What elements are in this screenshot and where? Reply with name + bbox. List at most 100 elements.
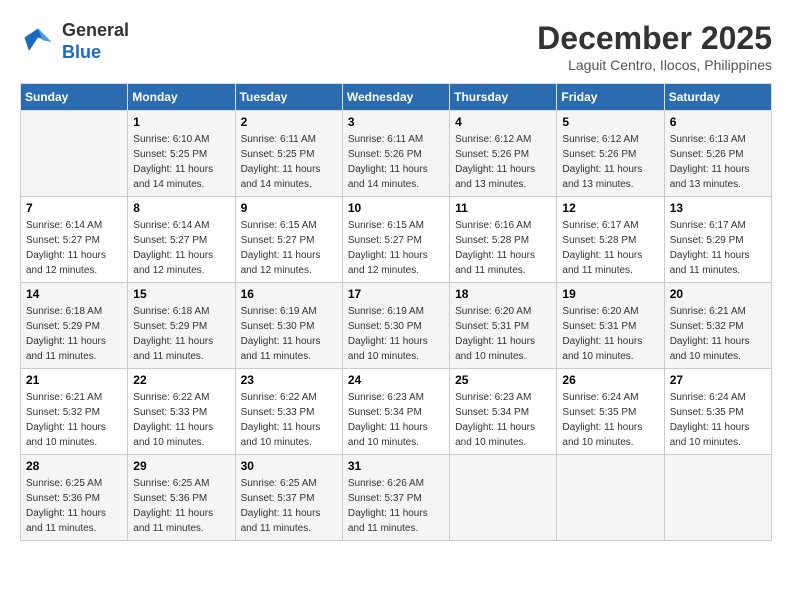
- logo-icon: [20, 24, 56, 60]
- day-info: Sunrise: 6:19 AM Sunset: 5:30 PM Dayligh…: [348, 304, 444, 364]
- calendar-week-row: 7 Sunrise: 6:14 AM Sunset: 5:27 PM Daylig…: [21, 197, 772, 283]
- day-info: Sunrise: 6:21 AM Sunset: 5:32 PM Dayligh…: [26, 390, 122, 450]
- day-info: Sunrise: 6:17 AM Sunset: 5:29 PM Dayligh…: [670, 218, 766, 278]
- day-info: Sunrise: 6:21 AM Sunset: 5:32 PM Dayligh…: [670, 304, 766, 364]
- day-number: 21: [26, 373, 122, 387]
- calendar-cell: 6 Sunrise: 6:13 AM Sunset: 5:26 PM Daylig…: [664, 111, 771, 197]
- calendar-week-row: 28 Sunrise: 6:25 AM Sunset: 5:36 PM Dayli…: [21, 455, 772, 541]
- calendar-cell: 16Sunrise: 6:19 AM Sunset: 5:30 PM Dayli…: [235, 283, 342, 369]
- calendar-cell: [450, 455, 557, 541]
- calendar-cell: 28 Sunrise: 6:25 AM Sunset: 5:36 PM Dayli…: [21, 455, 128, 541]
- calendar-cell: 18 Sunrise: 6:20 AM Sunset: 5:31 PM Dayli…: [450, 283, 557, 369]
- day-info: Sunrise: 6:14 AM Sunset: 5:27 PM Dayligh…: [26, 218, 122, 278]
- day-number: 11: [455, 201, 551, 215]
- logo-general-text: General: [62, 20, 129, 40]
- day-number: 12: [562, 201, 658, 215]
- day-info: Sunrise: 6:25 AM Sunset: 5:36 PM Dayligh…: [133, 476, 229, 536]
- day-info: Sunrise: 6:10 AM Sunset: 5:25 PM Dayligh…: [133, 132, 229, 192]
- calendar-cell: 22Sunrise: 6:22 AM Sunset: 5:33 PM Dayli…: [128, 369, 235, 455]
- day-info: Sunrise: 6:18 AM Sunset: 5:29 PM Dayligh…: [26, 304, 122, 364]
- day-info: Sunrise: 6:16 AM Sunset: 5:28 PM Dayligh…: [455, 218, 551, 278]
- day-number: 29: [133, 459, 229, 473]
- day-info: Sunrise: 6:17 AM Sunset: 5:28 PM Dayligh…: [562, 218, 658, 278]
- calendar-cell: 12 Sunrise: 6:17 AM Sunset: 5:28 PM Dayli…: [557, 197, 664, 283]
- day-of-week-header: Tuesday: [235, 84, 342, 111]
- page-header: General Blue December 2025 Laguit Centro…: [20, 20, 772, 73]
- day-number: 10: [348, 201, 444, 215]
- calendar-cell: 3 Sunrise: 6:11 AM Sunset: 5:26 PM Daylig…: [342, 111, 449, 197]
- day-of-week-header: Thursday: [450, 84, 557, 111]
- logo-blue-text: Blue: [62, 42, 101, 62]
- day-number: 22: [133, 373, 229, 387]
- calendar-week-row: 21 Sunrise: 6:21 AM Sunset: 5:32 PM Dayli…: [21, 369, 772, 455]
- day-of-week-header: Sunday: [21, 84, 128, 111]
- calendar-cell: 8 Sunrise: 6:14 AM Sunset: 5:27 PM Daylig…: [128, 197, 235, 283]
- day-info: Sunrise: 6:25 AM Sunset: 5:37 PM Dayligh…: [241, 476, 337, 536]
- day-number: 31: [348, 459, 444, 473]
- calendar-cell: 27Sunrise: 6:24 AM Sunset: 5:35 PM Dayli…: [664, 369, 771, 455]
- calendar-cell: 1 Sunrise: 6:10 AM Sunset: 5:25 PM Daylig…: [128, 111, 235, 197]
- calendar-cell: 31 Sunrise: 6:26 AM Sunset: 5:37 PM Dayli…: [342, 455, 449, 541]
- calendar-cell: 2 Sunrise: 6:11 AM Sunset: 5:25 PM Daylig…: [235, 111, 342, 197]
- calendar-cell: 25Sunrise: 6:23 AM Sunset: 5:34 PM Dayli…: [450, 369, 557, 455]
- day-number: 17: [348, 287, 444, 301]
- location-subtitle: Laguit Centro, Ilocos, Philippines: [537, 57, 772, 73]
- day-info: Sunrise: 6:22 AM Sunset: 5:33 PM Dayligh…: [241, 390, 337, 450]
- calendar-week-row: 1 Sunrise: 6:10 AM Sunset: 5:25 PM Daylig…: [21, 111, 772, 197]
- day-number: 16: [241, 287, 337, 301]
- day-info: Sunrise: 6:12 AM Sunset: 5:26 PM Dayligh…: [455, 132, 551, 192]
- calendar-cell: 29 Sunrise: 6:25 AM Sunset: 5:36 PM Dayli…: [128, 455, 235, 541]
- calendar-cell: 24 Sunrise: 6:23 AM Sunset: 5:34 PM Dayli…: [342, 369, 449, 455]
- day-number: 6: [670, 115, 766, 129]
- day-info: Sunrise: 6:11 AM Sunset: 5:25 PM Dayligh…: [241, 132, 337, 192]
- logo: General Blue: [20, 20, 129, 63]
- day-number: 15: [133, 287, 229, 301]
- calendar-cell: 14Sunrise: 6:18 AM Sunset: 5:29 PM Dayli…: [21, 283, 128, 369]
- day-info: Sunrise: 6:15 AM Sunset: 5:27 PM Dayligh…: [241, 218, 337, 278]
- day-info: Sunrise: 6:20 AM Sunset: 5:31 PM Dayligh…: [455, 304, 551, 364]
- calendar-cell: [664, 455, 771, 541]
- day-number: 8: [133, 201, 229, 215]
- day-number: 13: [670, 201, 766, 215]
- month-year-title: December 2025: [537, 20, 772, 57]
- day-info: Sunrise: 6:24 AM Sunset: 5:35 PM Dayligh…: [562, 390, 658, 450]
- calendar-cell: 10Sunrise: 6:15 AM Sunset: 5:27 PM Dayli…: [342, 197, 449, 283]
- day-info: Sunrise: 6:25 AM Sunset: 5:36 PM Dayligh…: [26, 476, 122, 536]
- day-number: 19: [562, 287, 658, 301]
- calendar-cell: 17 Sunrise: 6:19 AM Sunset: 5:30 PM Dayli…: [342, 283, 449, 369]
- day-number: 18: [455, 287, 551, 301]
- day-number: 5: [562, 115, 658, 129]
- title-block: December 2025 Laguit Centro, Ilocos, Phi…: [537, 20, 772, 73]
- calendar-cell: [21, 111, 128, 197]
- calendar-cell: 13 Sunrise: 6:17 AM Sunset: 5:29 PM Dayli…: [664, 197, 771, 283]
- calendar-week-row: 14Sunrise: 6:18 AM Sunset: 5:29 PM Dayli…: [21, 283, 772, 369]
- day-info: Sunrise: 6:23 AM Sunset: 5:34 PM Dayligh…: [348, 390, 444, 450]
- day-info: Sunrise: 6:14 AM Sunset: 5:27 PM Dayligh…: [133, 218, 229, 278]
- day-number: 2: [241, 115, 337, 129]
- day-info: Sunrise: 6:12 AM Sunset: 5:26 PM Dayligh…: [562, 132, 658, 192]
- calendar-cell: 30 Sunrise: 6:25 AM Sunset: 5:37 PM Dayli…: [235, 455, 342, 541]
- day-number: 7: [26, 201, 122, 215]
- day-number: 3: [348, 115, 444, 129]
- calendar-cell: [557, 455, 664, 541]
- calendar-cell: 20Sunrise: 6:21 AM Sunset: 5:32 PM Dayli…: [664, 283, 771, 369]
- day-number: 26: [562, 373, 658, 387]
- day-number: 27: [670, 373, 766, 387]
- day-info: Sunrise: 6:11 AM Sunset: 5:26 PM Dayligh…: [348, 132, 444, 192]
- calendar-cell: 5 Sunrise: 6:12 AM Sunset: 5:26 PM Daylig…: [557, 111, 664, 197]
- calendar-cell: 19 Sunrise: 6:20 AM Sunset: 5:31 PM Dayli…: [557, 283, 664, 369]
- day-info: Sunrise: 6:13 AM Sunset: 5:26 PM Dayligh…: [670, 132, 766, 192]
- day-number: 28: [26, 459, 122, 473]
- day-number: 4: [455, 115, 551, 129]
- day-number: 1: [133, 115, 229, 129]
- day-info: Sunrise: 6:26 AM Sunset: 5:37 PM Dayligh…: [348, 476, 444, 536]
- day-info: Sunrise: 6:20 AM Sunset: 5:31 PM Dayligh…: [562, 304, 658, 364]
- calendar-cell: 9Sunrise: 6:15 AM Sunset: 5:27 PM Daylig…: [235, 197, 342, 283]
- day-number: 30: [241, 459, 337, 473]
- day-number: 24: [348, 373, 444, 387]
- day-info: Sunrise: 6:18 AM Sunset: 5:29 PM Dayligh…: [133, 304, 229, 364]
- calendar-table: SundayMondayTuesdayWednesdayThursdayFrid…: [20, 83, 772, 541]
- calendar-cell: 4 Sunrise: 6:12 AM Sunset: 5:26 PM Daylig…: [450, 111, 557, 197]
- calendar-cell: 11 Sunrise: 6:16 AM Sunset: 5:28 PM Dayli…: [450, 197, 557, 283]
- day-of-week-header: Saturday: [664, 84, 771, 111]
